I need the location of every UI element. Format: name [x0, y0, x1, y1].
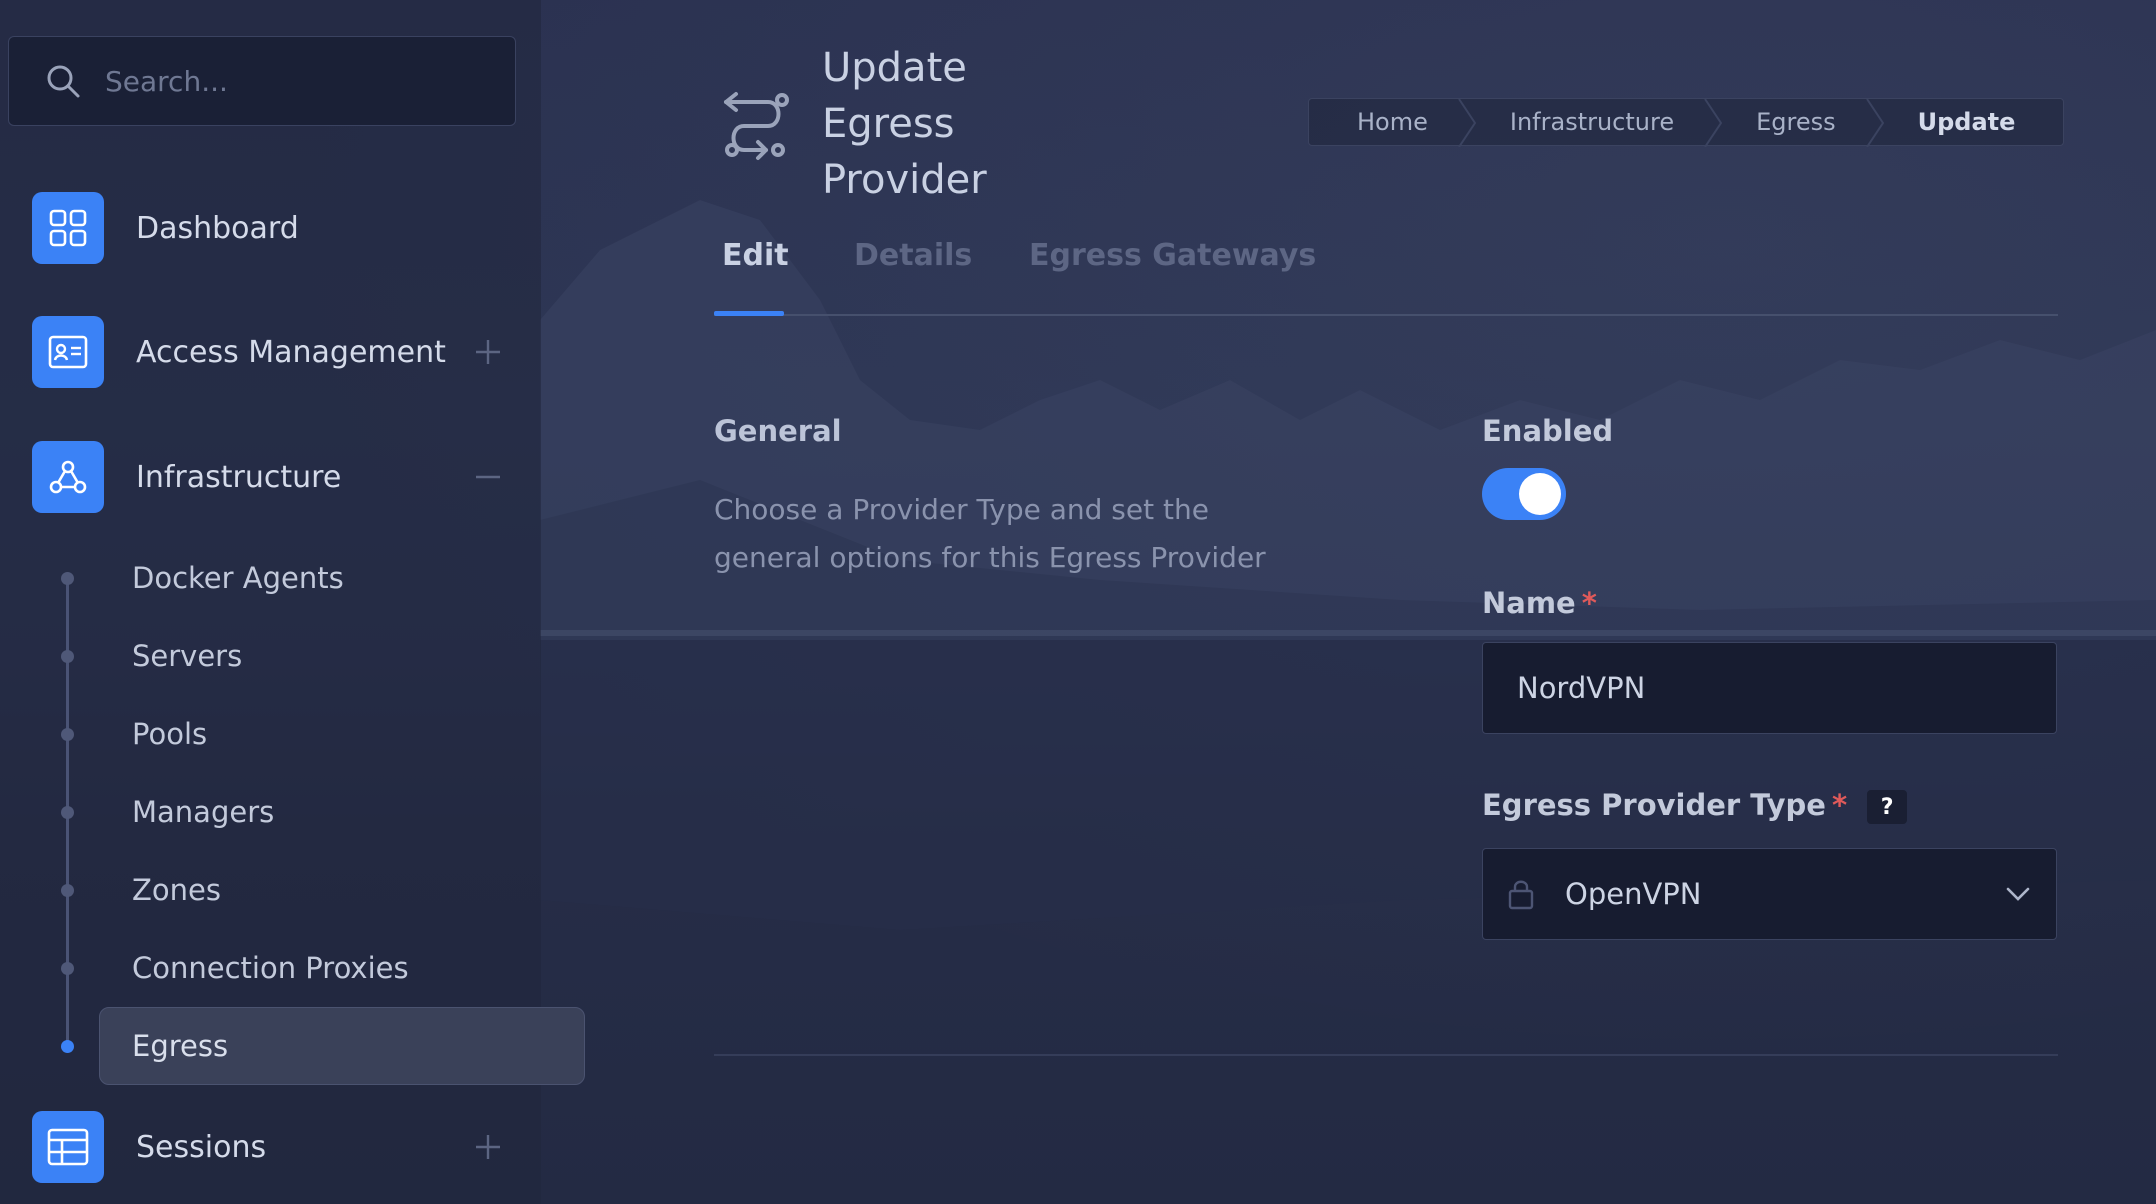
chevron-separator-icon	[1704, 99, 1723, 147]
breadcrumb-label: Infrastructure	[1509, 108, 1675, 136]
id-card-icon	[32, 316, 104, 388]
type-label: Egress Provider Type *?	[1482, 788, 1908, 824]
provider-type-value: OpenVPN	[1565, 877, 1702, 911]
tab-egress-gateways[interactable]: Egress Gateways	[1029, 238, 1316, 273]
sidebar-item-label: Servers	[132, 639, 243, 673]
nav-dot	[61, 883, 74, 897]
toggle-knob	[1519, 473, 1561, 515]
sidebar-item-label: Zones	[132, 873, 221, 907]
name-label-text: Name	[1482, 586, 1576, 620]
sidebar-item-label: Docker Agents	[132, 561, 344, 595]
search-icon	[47, 65, 80, 98]
name-label: Name *	[1482, 586, 1597, 620]
sidebar-item-managers[interactable]: Managers	[60, 773, 525, 851]
section-description: Choose a Provider Type and set the gener…	[714, 493, 1266, 574]
divider	[714, 1054, 2058, 1056]
breadcrumb-label: Update	[1917, 108, 2016, 136]
breadcrumb-label: Home	[1357, 108, 1428, 136]
sidebar-item-label: Access Management	[136, 334, 446, 370]
chevron-down-icon	[2006, 887, 2030, 901]
sidebar-item-label: Egress	[132, 1029, 229, 1063]
required-mark: *	[1831, 788, 1848, 822]
table-icon	[32, 1111, 104, 1183]
enabled-label: Enabled	[1482, 414, 1614, 448]
nav-dot	[61, 1039, 74, 1053]
search-input[interactable]: Search...	[8, 36, 516, 126]
sidebar-item-connection-proxies[interactable]: Connection Proxies	[60, 929, 525, 1007]
nav-dot	[61, 727, 74, 741]
tab-edit[interactable]: Edit	[722, 238, 789, 273]
breadcrumb-label: Egress	[1756, 108, 1836, 136]
help-button[interactable]: ?	[1867, 790, 1908, 824]
sidebar-item-label: Pools	[132, 717, 208, 751]
minus-icon[interactable]	[474, 463, 502, 491]
type-label-text: Egress Provider Type	[1482, 788, 1826, 822]
dashboard-icon	[32, 192, 104, 264]
sidebar: Search... Dashboard Access Management In…	[0, 0, 585, 1204]
provider-type-select[interactable]: OpenVPN	[1482, 848, 2057, 940]
page-title: Update Egress Provider	[822, 45, 987, 203]
breadcrumb-home[interactable]: Home	[1309, 99, 1476, 147]
sidebar-item-label: Infrastructure	[136, 459, 342, 495]
sidebar-item-infrastructure[interactable]: Infrastructure	[32, 441, 512, 513]
section-title: General	[714, 414, 842, 448]
plus-icon[interactable]	[474, 1133, 502, 1161]
active-tab-indicator	[714, 311, 784, 316]
tab-details[interactable]: Details	[854, 238, 972, 273]
plus-icon[interactable]	[474, 338, 502, 366]
route-icon	[724, 92, 789, 160]
enabled-toggle[interactable]	[1482, 468, 1566, 520]
breadcrumb-egress[interactable]: Egress	[1708, 99, 1884, 147]
sidebar-item-label: Managers	[132, 795, 275, 829]
sidebar-item-servers[interactable]: Servers	[60, 617, 525, 695]
name-value: NordVPN	[1517, 671, 1646, 705]
required-mark: *	[1581, 586, 1597, 620]
name-field[interactable]: NordVPN	[1482, 642, 2057, 734]
webhook-icon	[32, 441, 104, 513]
sidebar-item-label: Dashboard	[136, 210, 299, 246]
nav-dot	[61, 649, 74, 663]
nav-dot	[61, 571, 74, 585]
sidebar-item-docker-agents[interactable]: Docker Agents	[60, 539, 525, 617]
chevron-separator-icon	[1865, 99, 1884, 147]
tab-divider	[714, 314, 2058, 316]
sidebar-item-egress[interactable]: Egress	[60, 1007, 585, 1085]
tab-bar: Edit Details Egress Gateways	[714, 232, 2058, 316]
sidebar-item-pools[interactable]: Pools	[60, 695, 525, 773]
nav-dot	[61, 805, 74, 819]
nav-dot	[61, 961, 74, 975]
breadcrumb-infrastructure[interactable]: Infrastructure	[1462, 99, 1723, 147]
breadcrumb-update: Update	[1870, 99, 2064, 145]
breadcrumb: Home Infrastructure Egress Update	[1308, 98, 2065, 147]
sidebar-item-dashboard[interactable]: Dashboard	[32, 192, 512, 264]
sidebar-item-label: Sessions	[136, 1129, 267, 1165]
lock-icon	[1508, 880, 1534, 910]
sidebar-item-sessions[interactable]: Sessions	[32, 1111, 512, 1183]
chevron-separator-icon	[1458, 99, 1476, 147]
search-placeholder: Search...	[105, 64, 228, 98]
sidebar-item-label: Connection Proxies	[132, 951, 409, 985]
sidebar-item-zones[interactable]: Zones	[60, 851, 525, 929]
sidebar-item-access-management[interactable]: Access Management	[32, 316, 512, 388]
